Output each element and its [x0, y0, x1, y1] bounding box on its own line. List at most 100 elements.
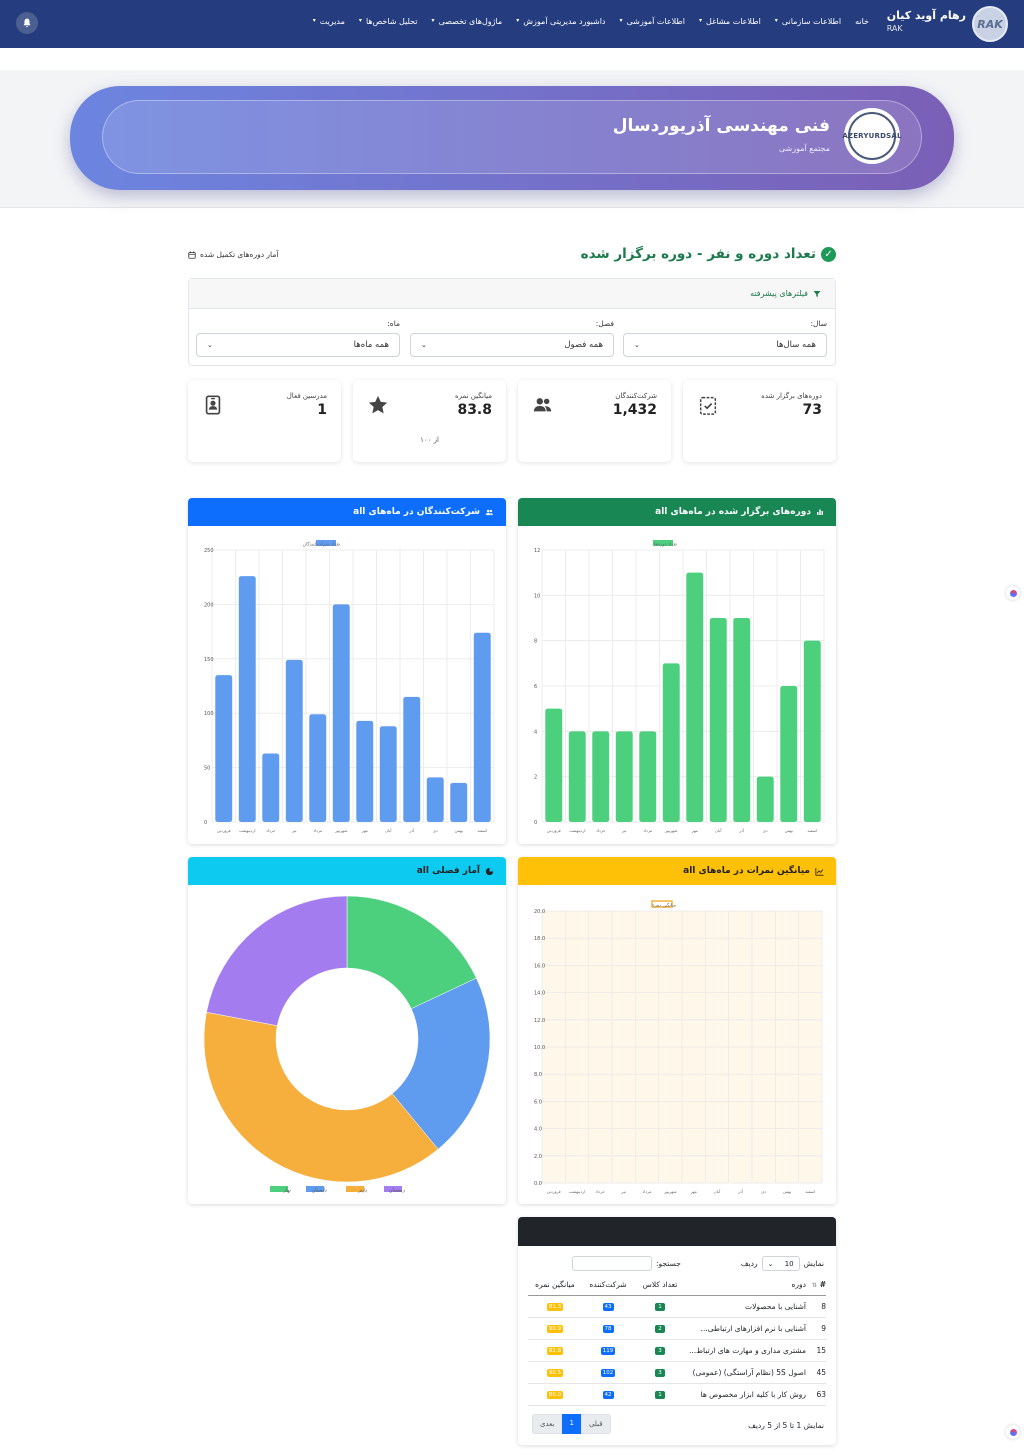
x-tick-label: فروردین — [217, 828, 231, 833]
courses-chart-header: دوره‌های برگزار شده در ماه‌های all — [518, 498, 836, 526]
bar[interactable] — [545, 708, 563, 822]
legend-label[interactable]: زمستان — [389, 1188, 406, 1194]
cell-participants: 42 — [582, 1383, 634, 1406]
column-header-classes[interactable]: تعداد کلاس — [634, 1275, 686, 1296]
legend-label[interactable]: میانگین نمره — [652, 902, 676, 909]
brand-logo[interactable]: RAK — [972, 6, 1008, 42]
bar[interactable] — [309, 714, 327, 822]
month-select[interactable]: همه ماه‌ها ⌄ — [196, 333, 400, 357]
table-search-input[interactable] — [572, 1256, 652, 1271]
cell-classes: 3 — [634, 1339, 686, 1362]
y-tick-label: 2 — [534, 775, 537, 781]
legend-label[interactable]: تابستان — [312, 1188, 328, 1194]
completed-courses-link[interactable]: آمار دوره‌های تکمیل شده — [188, 250, 278, 259]
x-tick-label: تیر — [621, 828, 627, 833]
nav-menu-item[interactable]: اطلاعات مشاغل — [706, 17, 761, 26]
legend-label[interactable]: تعداد دوره‌ها — [654, 543, 678, 548]
x-tick-label: خرداد — [596, 1189, 606, 1194]
legend-label[interactable]: پاییز — [357, 1188, 367, 1194]
bar[interactable] — [285, 659, 303, 822]
stat-card-instructors: مدرسین فعال 1 — [188, 380, 341, 462]
pagination-previous[interactable]: قبلی — [580, 1414, 611, 1434]
nav-menu-item[interactable]: اطلاعات آموزشی — [627, 17, 686, 26]
bar[interactable] — [262, 753, 280, 822]
y-tick-label: 4 — [534, 729, 537, 735]
column-header-participants[interactable]: شرکت‌کننده — [582, 1275, 634, 1296]
table-info: نمایش 1 تا 5 از 5 ردیف — [748, 1421, 824, 1430]
score-badge: 81.3 — [546, 1303, 564, 1311]
participants-badge: 119 — [600, 1347, 616, 1355]
bar[interactable] — [403, 696, 421, 822]
bar[interactable] — [780, 686, 798, 822]
column-header-id[interactable]: # ⇅ — [806, 1275, 826, 1296]
x-tick-label: آبان — [385, 828, 392, 833]
bar[interactable] — [473, 632, 491, 822]
season-select[interactable]: همه فصول ⌄ — [410, 333, 614, 357]
table-row[interactable]: 9 آشنایی با نرم افزارهای ارتباطی... 2 78 90.… — [528, 1317, 826, 1340]
column-header-score[interactable]: میانگین نمره — [528, 1275, 582, 1296]
bar[interactable] — [662, 663, 680, 822]
pagination-page-1[interactable]: 1 — [562, 1414, 581, 1434]
column-header-course[interactable]: دوره — [686, 1275, 806, 1296]
bar[interactable] — [592, 731, 610, 822]
hero-banner: AZERYURDSAL فنی مهندسی آذریوردسال مجتمع … — [70, 86, 954, 190]
bar[interactable] — [756, 776, 774, 822]
bar[interactable] — [379, 726, 397, 822]
x-tick-label: مرداد — [643, 828, 652, 833]
bell-icon[interactable] — [16, 12, 38, 34]
legend-label[interactable]: بهار — [282, 1188, 291, 1194]
bar[interactable] — [615, 731, 633, 822]
table-row[interactable]: 15 مشتری مداری و مهارت های ارتباط... 3 119 8… — [528, 1339, 826, 1362]
table-row[interactable]: 63 روش کار با کلیه ابزار مخصوص ها 1 42 80.0 — [528, 1383, 826, 1406]
floating-widget-icon[interactable] — [1006, 1425, 1020, 1439]
floating-widget-icon[interactable] — [1006, 586, 1020, 600]
nav-menu-item[interactable]: داشبورد مدیریتی آموزش — [523, 17, 605, 26]
bar[interactable] — [215, 675, 233, 822]
x-tick-label: بهمن — [783, 1189, 791, 1194]
y-tick-label: 200 — [204, 602, 214, 608]
cell-course: اصول 5S (نظام آراستگی) (عمومی) — [686, 1361, 806, 1384]
bar[interactable] — [733, 618, 751, 822]
bar[interactable] — [568, 731, 586, 822]
y-tick-label: 8.0 — [534, 1072, 542, 1078]
nav-menu-item[interactable]: تحلیل شاخص‌ها — [366, 17, 418, 26]
nav-menu-item[interactable]: مدیریت — [320, 17, 345, 26]
doughnut-slice[interactable] — [206, 895, 348, 1026]
table-row[interactable]: 8 آشنایی با محصولات 1 43 81.3 — [528, 1295, 826, 1318]
seasonal-doughnut-chart: بهار تابستان پاییز زمستان — [203, 895, 491, 1194]
brand[interactable]: رهام آوید کیان RAK — [887, 9, 966, 33]
bar[interactable] — [803, 640, 821, 822]
chevron-down-icon: ⌄ — [421, 341, 427, 349]
cell-score: 81.3 — [528, 1295, 582, 1318]
nav-menu-item[interactable]: اطلاعات سازمانی — [782, 17, 841, 26]
page-length-select[interactable]: 10 ⌄ — [761, 1256, 800, 1271]
bar[interactable] — [238, 576, 256, 822]
x-tick-label: مرداد — [313, 828, 322, 833]
bar[interactable] — [450, 782, 468, 822]
x-tick-label: اردیبهشت — [239, 828, 255, 833]
pagination-next[interactable]: بعدی — [532, 1414, 563, 1434]
legend-label[interactable]: تعداد شرکت‌کنندگان — [303, 541, 341, 548]
bar[interactable] — [426, 777, 444, 822]
bar[interactable] — [332, 604, 350, 822]
participants-chart-card: شرکت‌کنندگان در ماه‌های all تعداد شرکت‌ک… — [188, 498, 506, 844]
chevron-down-icon: ▾ — [516, 17, 520, 24]
filters-header[interactable]: فیلترهای پیشرفته — [189, 279, 835, 309]
classes-badge: 3 — [655, 1347, 665, 1355]
classes-badge: 1 — [655, 1391, 665, 1399]
x-tick-label: آذر — [408, 828, 415, 833]
bar[interactable] — [639, 731, 657, 822]
y-tick-label: 2.0 — [534, 1154, 542, 1160]
table-row[interactable]: 45 اصول 5S (نظام آراستگی) (عمومی) 3 102 90.5 — [528, 1361, 826, 1384]
bar[interactable] — [709, 618, 727, 822]
cell-classes: 2 — [634, 1317, 686, 1340]
star-icon — [368, 395, 388, 414]
year-select[interactable]: همه سال‌ها ⌄ — [623, 333, 827, 357]
bar[interactable] — [686, 572, 704, 822]
nav-menu-item[interactable]: خانه — [855, 17, 869, 26]
cell-course: آشنایی با نرم افزارهای ارتباطی... — [686, 1317, 806, 1340]
bar[interactable] — [356, 720, 374, 822]
nav-menu-item[interactable]: ماژول‌های تخصصی — [439, 17, 503, 26]
cell-id: 8 — [806, 1295, 826, 1318]
scores-chart-card: میانگین نمرات در ماه‌های all میانگین نمر… — [518, 857, 836, 1204]
